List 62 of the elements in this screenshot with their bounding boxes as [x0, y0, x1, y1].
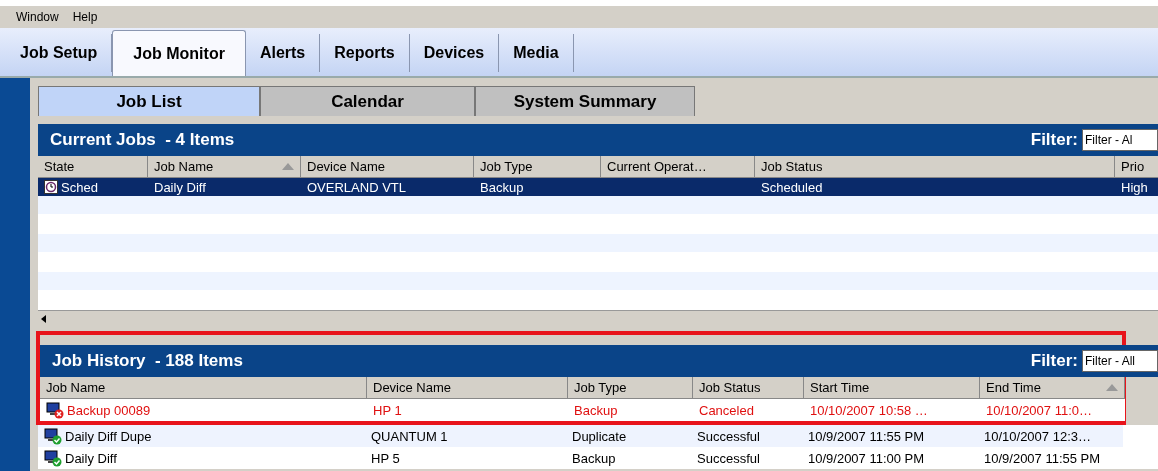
main-tab[interactable]: Reports	[320, 34, 410, 72]
column-header[interactable]: Job Type	[568, 377, 693, 399]
sub-tab[interactable]: Calendar	[260, 86, 475, 116]
table-cell: HP 5	[371, 450, 400, 466]
table-cell: 10/9/2007 11:55 PM	[984, 450, 1101, 466]
table-cell: Sched	[61, 179, 98, 195]
main-tab[interactable]: Job Monitor	[112, 30, 246, 76]
table-cell: Backup	[574, 402, 618, 418]
column-header[interactable]: End Time	[980, 377, 1125, 399]
filter-dropdown[interactable]: Filter - Al	[1082, 129, 1158, 151]
sub-tab[interactable]: System Summary	[475, 86, 695, 116]
table-cell: 10/10/2007 12:3…	[984, 428, 1091, 444]
monitor-error-icon	[46, 401, 64, 419]
table-cell: QUANTUM 1	[371, 428, 448, 444]
table-cell: Canceled	[699, 402, 754, 418]
main-tab[interactable]: Media	[499, 34, 574, 72]
column-header[interactable]: State	[38, 156, 148, 178]
table-cell: 10/9/2007 11:00 PM	[808, 450, 925, 466]
column-header[interactable]: Current Operat…	[601, 156, 755, 178]
monitor-check-icon	[44, 427, 62, 445]
column-header[interactable]: Job Status	[755, 156, 1115, 178]
table-row[interactable]: Backup 00089 HP 1 Backup Canceled 10/10/2007 10:58 … 10/10/2007 11:0…	[40, 399, 1125, 421]
monitor-check-icon	[44, 449, 62, 467]
column-header[interactable]: Device Name	[367, 377, 568, 399]
filter-label: Filter:	[1030, 351, 1078, 371]
section-title: Current Jobs - 4 Items	[50, 130, 236, 150]
table-cell: Backup 00089	[67, 402, 151, 418]
table-cell: 10/9/2007 11:55 PM	[808, 428, 925, 444]
table-cell: Successful	[697, 428, 760, 444]
table-cell: High	[1121, 179, 1148, 195]
column-header[interactable]: Job Status	[693, 377, 804, 399]
section-title: Job History - 188 Items	[52, 351, 244, 371]
column-header[interactable]: Prio	[1115, 156, 1158, 178]
column-header[interactable]: Job Name	[40, 377, 367, 399]
table-cell: Backup	[572, 450, 616, 466]
clock-icon	[44, 180, 58, 194]
table-cell: HP 1	[373, 402, 402, 418]
table-cell: Duplicate	[572, 428, 627, 444]
sub-tab[interactable]: Job List	[38, 86, 260, 116]
table-cell: 10/10/2007 11:0…	[986, 402, 1092, 418]
table-cell: Daily Diff	[154, 179, 206, 195]
table-cell: Daily Diff	[65, 450, 117, 466]
table-cell: Daily Diff Dupe	[65, 428, 152, 444]
table-cell: Backup	[480, 179, 524, 195]
menu-item[interactable]: Help	[72, 10, 98, 24]
main-tab[interactable]: Devices	[409, 34, 500, 72]
table-row[interactable]: Daily Diff Dupe QUANTUM 1 Duplicate Successful 10/9/2007 11:55 PM 10/10/2007 12:3…	[38, 425, 1123, 447]
column-header[interactable]: Job Name	[148, 156, 301, 178]
column-header[interactable]: Job Type	[474, 156, 601, 178]
filter-dropdown[interactable]: Filter - All	[1082, 350, 1158, 372]
table-cell: Scheduled	[761, 179, 823, 195]
sort-arrow-icon	[282, 163, 294, 170]
column-header[interactable]: Start Time	[804, 377, 980, 399]
sort-arrow-icon	[1106, 384, 1118, 391]
menu-item[interactable]: Window	[16, 10, 59, 24]
main-tab[interactable]: Alerts	[245, 34, 321, 72]
table-cell: OVERLAND VTL	[307, 179, 406, 195]
table-cell: Successful	[697, 450, 760, 466]
table-cell: 10/10/2007 10:58 …	[810, 402, 928, 418]
column-header[interactable]: Device Name	[301, 156, 474, 178]
filter-label: Filter:	[1030, 130, 1078, 150]
table-row[interactable]: Sched Daily Diff OVERLAND VTL Backup Scheduled High	[38, 178, 1158, 196]
